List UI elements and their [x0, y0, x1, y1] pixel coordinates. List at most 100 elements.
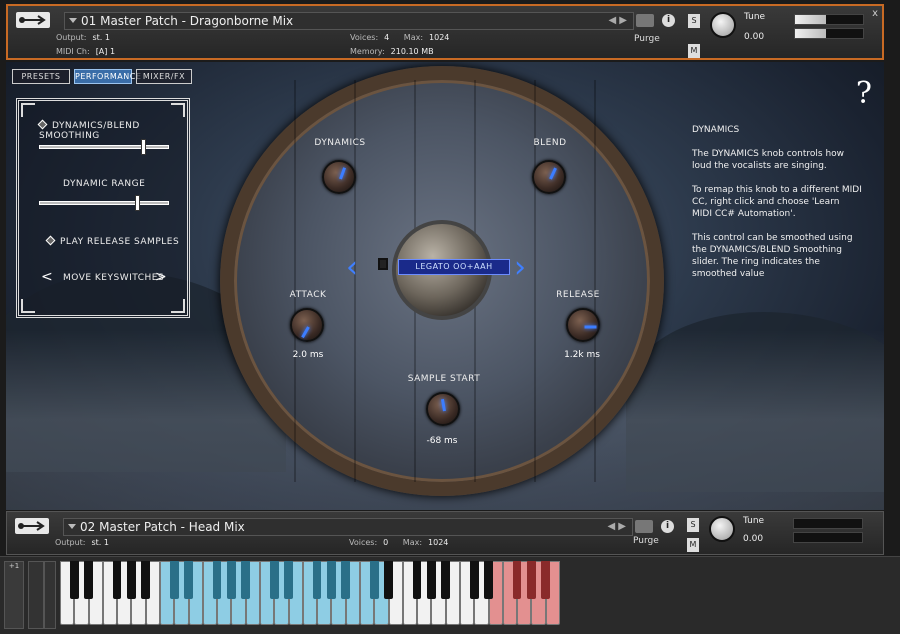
tune-value[interactable]: 0.00 — [744, 32, 764, 42]
black-key[interactable] — [341, 561, 350, 599]
collapse-icon[interactable] — [69, 18, 77, 23]
black-key[interactable] — [384, 561, 393, 599]
dynamics-label: DYNAMICS — [314, 138, 366, 148]
articulation-prev-icon[interactable]: ‹ — [346, 250, 358, 285]
lock-icon[interactable] — [378, 258, 388, 270]
black-key[interactable] — [270, 561, 279, 599]
midi-label: MIDI Ch: — [56, 47, 90, 56]
black-key[interactable] — [370, 561, 379, 599]
patch-title[interactable]: 02 Master Patch - Head Mix ◀ ▶ — [63, 518, 633, 536]
keyswitch-label: MOVE KEYSWITCHES — [63, 273, 165, 283]
tune-value[interactable]: 0.00 — [743, 534, 763, 544]
articulation-next-icon[interactable]: › — [514, 250, 526, 285]
black-key[interactable] — [484, 561, 493, 599]
slider-thumb[interactable] — [141, 139, 146, 155]
black-key[interactable] — [141, 561, 150, 599]
patch-title-text: 02 Master Patch - Head Mix — [80, 520, 245, 534]
solo-button[interactable]: S — [688, 14, 700, 28]
help-title: DYNAMICS — [692, 125, 740, 135]
release-knob[interactable] — [566, 308, 600, 342]
black-key[interactable] — [327, 561, 336, 599]
midi-row[interactable]: MIDI Ch: [A] 1 — [56, 47, 115, 56]
keyswitch-prev-button[interactable]: < — [41, 269, 53, 285]
black-key[interactable] — [212, 561, 222, 599]
keyboard-area: +1 — [0, 556, 900, 634]
mod-wheel[interactable] — [44, 561, 56, 629]
tab-performance[interactable]: PERFORMANCE — [74, 69, 141, 84]
black-key[interactable] — [512, 561, 522, 599]
black-key[interactable] — [412, 561, 422, 599]
black-key[interactable] — [227, 561, 236, 599]
close-icon[interactable]: x — [872, 8, 878, 19]
mute-button[interactable]: M — [687, 538, 699, 552]
output-row[interactable]: Output: st. 1 — [56, 33, 110, 42]
purge-button[interactable]: Purge — [634, 34, 660, 44]
collapse-icon[interactable] — [68, 524, 76, 529]
help-paragraph: The DYNAMICS knob controls how loud the … — [692, 149, 845, 171]
output-label: Output: — [55, 538, 86, 547]
smoothing-slider[interactable] — [39, 139, 169, 155]
black-key[interactable] — [541, 561, 550, 599]
max-value: 1024 — [429, 33, 450, 42]
black-key[interactable] — [312, 561, 322, 599]
black-key[interactable] — [470, 561, 479, 599]
release-samples-toggle[interactable]: PLAY RELEASE SAMPLES — [45, 235, 180, 247]
volume-meter[interactable] — [794, 14, 864, 25]
wrench-icon[interactable] — [16, 12, 50, 28]
memory-row: Memory: 210.10 MB — [350, 47, 434, 56]
black-key[interactable] — [112, 561, 122, 599]
help-icon[interactable]: ? — [856, 76, 872, 111]
blend-label: BLEND — [533, 138, 567, 148]
instrument-header-bottom: 02 Master Patch - Head Mix ◀ ▶ Output: st… — [6, 511, 884, 555]
black-key[interactable] — [184, 561, 193, 599]
black-key[interactable] — [427, 561, 436, 599]
camera-icon[interactable] — [636, 14, 654, 27]
solo-button[interactable]: S — [687, 518, 699, 532]
dynamic-range-slider[interactable] — [39, 195, 169, 211]
output-row[interactable]: Output: st. 1 — [55, 538, 109, 547]
keyswitch-next-button[interactable]: > — [155, 269, 167, 285]
pan-meter[interactable] — [793, 532, 863, 543]
black-key[interactable] — [241, 561, 250, 599]
info-icon[interactable]: i — [661, 520, 674, 533]
info-icon[interactable]: i — [662, 14, 675, 27]
prev-next-icon[interactable]: ◀ ▶ — [607, 519, 626, 535]
volume-meter[interactable] — [793, 518, 863, 529]
smoothing-label: DYNAMICS/BLEND SMOOTHING — [39, 121, 140, 141]
piano-keyboard[interactable] — [60, 561, 560, 625]
slider-thumb[interactable] — [134, 195, 140, 211]
articulation-display[interactable]: LEGATO OO+AAH — [398, 259, 510, 275]
tune-knob[interactable] — [709, 516, 735, 542]
voices-value: 0 — [383, 538, 389, 547]
dynamics-knob[interactable] — [322, 160, 356, 194]
pitch-wheel[interactable] — [28, 561, 44, 629]
release-samples-label: PLAY RELEASE SAMPLES — [60, 237, 180, 247]
range-label: DYNAMIC RANGE — [63, 179, 146, 189]
black-key[interactable] — [127, 561, 136, 599]
tab-mixer-fx[interactable]: MIXER/FX — [136, 69, 192, 84]
black-key[interactable] — [84, 561, 93, 599]
mute-button[interactable]: M — [688, 44, 700, 58]
camera-icon[interactable] — [635, 520, 653, 533]
diamond-icon — [37, 119, 48, 130]
black-key[interactable] — [441, 561, 450, 599]
smoothing-row[interactable]: DYNAMICS/BLEND SMOOTHING — [37, 119, 187, 141]
black-key[interactable] — [70, 561, 79, 599]
output-value: st. 1 — [92, 33, 110, 42]
prev-next-icon[interactable]: ◀ ▶ — [608, 13, 627, 29]
sample-start-knob[interactable] — [426, 392, 460, 426]
tune-knob[interactable] — [710, 12, 736, 38]
black-key[interactable] — [527, 561, 536, 599]
black-key[interactable] — [284, 561, 293, 599]
wrench-icon[interactable] — [15, 518, 49, 534]
attack-knob[interactable] — [290, 308, 324, 342]
black-key[interactable] — [170, 561, 179, 599]
blend-knob[interactable] — [532, 160, 566, 194]
purge-button[interactable]: Purge — [633, 536, 659, 546]
pan-meter[interactable] — [794, 28, 864, 39]
patch-title[interactable]: 01 Master Patch - Dragonborne Mix ◀ ▶ — [64, 12, 634, 30]
tab-presets[interactable]: PRESETS — [12, 69, 70, 84]
corner-ornament — [171, 299, 185, 313]
memory-value: 210.10 MB — [390, 47, 434, 56]
octave-control[interactable]: +1 — [4, 561, 24, 629]
